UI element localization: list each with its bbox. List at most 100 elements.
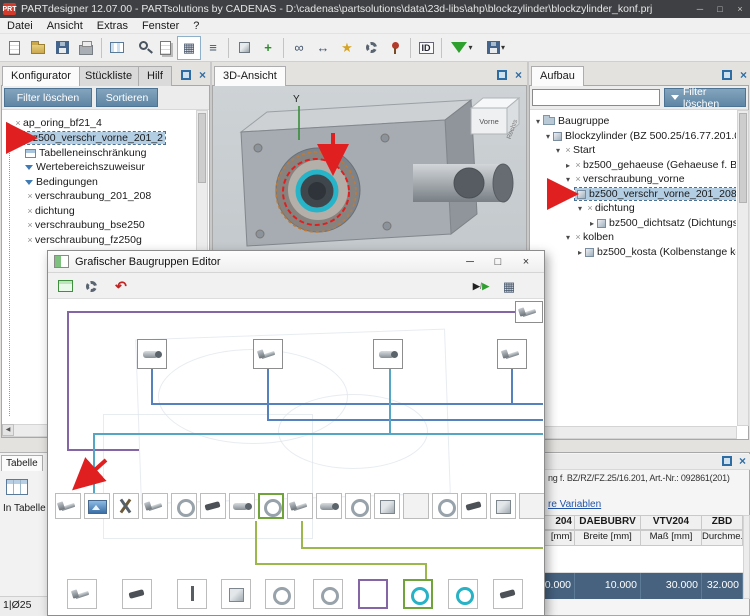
table-icon[interactable] — [6, 479, 28, 495]
minimize-icon[interactable]: ─ — [690, 0, 710, 18]
expander-icon[interactable]: ▾ — [533, 117, 543, 126]
graph-node[interactable] — [137, 339, 167, 369]
configure-button[interactable] — [80, 276, 102, 296]
table-cell[interactable]: 10.000 — [575, 573, 641, 599]
favorites-button[interactable]: ★ — [335, 36, 359, 60]
expander-icon[interactable]: ▸ — [575, 248, 585, 257]
tree-item[interactable]: ▾× Start — [531, 143, 736, 157]
new-file-button[interactable] — [2, 36, 26, 60]
tree-item[interactable]: × dichtung — [3, 204, 195, 218]
graph-node[interactable] — [497, 339, 527, 369]
tab-hilfe[interactable]: Hilf — [138, 66, 172, 86]
cube-view-button[interactable] — [232, 36, 256, 60]
tree-item[interactable]: ▾× kolben — [531, 230, 736, 244]
tree-item[interactable]: Tabelleneinschränkung — [3, 146, 195, 160]
aufbau-filter-clear-button[interactable]: Filter löschen — [664, 88, 746, 107]
vertical-scrollbar[interactable] — [743, 515, 750, 599]
grid-view-button[interactable]: ▦ — [177, 36, 201, 60]
vertical-scrollbar[interactable] — [737, 110, 749, 426]
graph-node[interactable] — [253, 339, 283, 369]
palette-item[interactable] — [55, 493, 81, 519]
palette-item[interactable] — [374, 493, 400, 519]
scrollbar-thumb[interactable] — [198, 113, 206, 183]
tree-item[interactable]: × verschraubung_fz250g — [3, 233, 195, 247]
run-dropdown-button[interactable]: ▾ — [445, 36, 479, 60]
tab-konfigurator[interactable]: Konfigurator — [2, 66, 80, 86]
palette-item[interactable] — [403, 493, 429, 519]
sort-button[interactable]: Sortieren — [96, 88, 158, 107]
close-icon[interactable]: × — [737, 69, 750, 82]
expander-icon[interactable]: ▸ — [563, 161, 573, 170]
tree-item[interactable]: ▸× ap_oring_bf21_4 — [3, 116, 195, 130]
tab-tabelle[interactable]: Tabelle — [1, 455, 43, 471]
part-node[interactable] — [177, 579, 207, 609]
expander-icon[interactable]: ▸ — [3, 134, 13, 143]
tree-item[interactable]: × verschraubung_201_208 — [3, 189, 195, 203]
palette-item[interactable] — [316, 493, 342, 519]
menu-fenster[interactable]: Fenster — [135, 18, 186, 34]
save-dropdown-button[interactable]: ▾ — [479, 36, 513, 60]
filter-clear-button[interactable]: Filter löschen — [4, 88, 92, 107]
table-cell[interactable]: 30.000 — [641, 573, 702, 599]
palette-item[interactable] — [113, 493, 139, 519]
pin-button[interactable] — [383, 36, 407, 60]
dock-pin-icon[interactable] — [497, 70, 507, 80]
tab-aufbau[interactable]: Aufbau — [531, 66, 584, 86]
table-cell[interactable]: 32.000 — [702, 573, 743, 599]
horizontal-scrollbar[interactable] — [530, 426, 737, 439]
link-button[interactable]: ∞ — [287, 36, 311, 60]
graph-node[interactable] — [515, 301, 543, 323]
column-header[interactable]: ZBD — [702, 515, 743, 530]
expander-icon[interactable]: ▸ — [587, 219, 597, 228]
open-button[interactable] — [26, 36, 50, 60]
close-icon[interactable]: × — [730, 0, 750, 18]
aufbau-filter-input[interactable] — [532, 89, 660, 106]
undo-button[interactable]: ↶ — [110, 276, 132, 296]
expander-icon[interactable]: ▾ — [575, 204, 585, 213]
palette-item[interactable] — [519, 493, 544, 519]
add-table-button[interactable] — [54, 276, 76, 296]
menu-extras[interactable]: Extras — [90, 18, 135, 34]
close-icon[interactable]: × — [512, 251, 540, 272]
part-node[interactable] — [313, 579, 343, 609]
editor-canvas[interactable] — [48, 299, 544, 615]
list-view-button[interactable]: ≡ — [201, 36, 225, 60]
expander-icon[interactable]: ▾ — [543, 132, 553, 141]
palette-item[interactable] — [142, 493, 168, 519]
part-node[interactable] — [448, 579, 478, 609]
tree-item[interactable]: ▸ bz500_kosta (Kolbenstange komplet — [531, 245, 736, 259]
tree-item-selected[interactable]: bz500_verschr_vorne_201_208 (Versc — [531, 187, 736, 201]
menu-help[interactable]: ? — [186, 18, 206, 34]
print-button[interactable] — [74, 36, 98, 60]
part-node-highlight-purple[interactable] — [358, 579, 388, 609]
menu-ansicht[interactable]: Ansicht — [40, 18, 90, 34]
column-header[interactable]: DAEBUBRV — [575, 515, 641, 530]
variables-link[interactable]: re Variablen — [548, 499, 601, 510]
palette-item[interactable] — [490, 493, 516, 519]
expander-icon[interactable]: ▾ — [553, 146, 563, 155]
layout-button[interactable]: ▦ — [498, 276, 520, 296]
maximize-icon[interactable]: □ — [484, 251, 512, 272]
tree-item[interactable]: ▾ Baugruppe — [531, 114, 736, 128]
tree-item[interactable]: ▸ bz500_dichtsatz (Dichtungssatz f — [531, 216, 736, 230]
close-icon[interactable]: × — [196, 69, 209, 82]
scroll-left-icon[interactable]: ◀ — [2, 424, 14, 436]
palette-item[interactable] — [229, 493, 255, 519]
palette-item[interactable] — [461, 493, 487, 519]
part-node[interactable] — [221, 579, 251, 609]
save-button[interactable] — [50, 36, 74, 60]
table-cell[interactable]: 0.000 — [544, 573, 575, 599]
expander-icon[interactable]: ▸ — [3, 119, 13, 128]
tree-item[interactable]: Wertebereichszuweisur — [3, 160, 195, 174]
close-icon[interactable]: × — [736, 455, 749, 468]
id-toggle-button[interactable]: ID — [414, 36, 438, 60]
palette-item-selected[interactable] — [258, 493, 284, 519]
close-icon[interactable]: × — [512, 69, 525, 82]
tab-3d-ansicht[interactable]: 3D-Ansicht — [214, 66, 286, 86]
search-button[interactable] — [129, 36, 153, 60]
tree-item[interactable]: ▸× bz500_gehaeuse (Gehaeuse f. BZ500.25/ — [531, 158, 736, 172]
expander-icon[interactable]: ▾ — [563, 175, 573, 184]
run-compare-button[interactable]: ▶/▶ — [470, 276, 492, 296]
column-header[interactable]: VTV204 — [641, 515, 702, 530]
tree-item[interactable]: Bedingungen — [3, 175, 195, 189]
